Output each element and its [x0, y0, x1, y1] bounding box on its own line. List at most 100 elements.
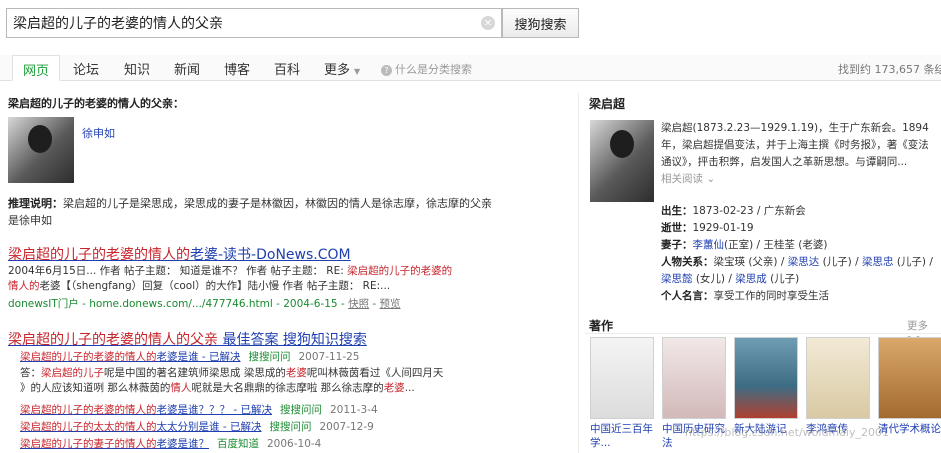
chevron-down-icon: ⌄ [706, 173, 716, 185]
sub-result-highlight: 梁启超的儿子的老婆的情人的 [20, 351, 157, 363]
sub-result-source: 搜搜问问 [279, 404, 322, 416]
book-cover[interactable] [590, 337, 654, 419]
sub-result-link[interactable]: 梁启超的儿子的妻子的情人的老婆是谁？ [20, 438, 209, 450]
sub-result-rest: 老婆是谁 - 已解决 [156, 351, 241, 363]
column-divider [578, 93, 579, 453]
fact-value: 享受工作的同时享受生活 [713, 290, 830, 302]
result-title-2[interactable]: 梁启超的儿子的老婆的情人的父亲 最佳答案 搜狗知识搜索 [8, 329, 367, 349]
sub-result-highlight: 梁启超的儿子的妻子的情人的 [20, 438, 157, 450]
fact-value: 1929-01-19 [692, 222, 754, 234]
result-snippet-1b: 情人的老婆【（shengfang）回复（cool）的大作】陆小慢 作者 帖子主题… [8, 279, 390, 293]
search-input[interactable] [7, 9, 467, 37]
tab-forum[interactable]: 论坛 [73, 59, 99, 78]
relation-link[interactable]: 梁思懿 [661, 273, 693, 285]
fact-value: (儿子) / [893, 256, 933, 268]
book-cover[interactable] [806, 337, 870, 419]
tab-baike[interactable]: 百科 [274, 59, 300, 78]
works-divider [585, 333, 941, 334]
wife-link[interactable]: 李蕙仙 [693, 239, 725, 251]
result-title-highlight: 梁启超的儿子的老婆的情人的 [8, 247, 190, 263]
tab-blog[interactable]: 博客 [224, 59, 250, 78]
result-count: 找到约 173,657 条结 [838, 63, 941, 76]
result-url-1: donewsIT门户 - home.donews.com/.../477746.… [8, 298, 401, 310]
answer-text: 呢叫林薇茵看过《人间四月天 [306, 367, 444, 379]
book-cover[interactable] [662, 337, 726, 419]
relation-link[interactable]: 梁思忠 [862, 256, 894, 268]
reason-text: 梁启超的儿子是梁思成，梁思成的妻子是林徽因，林徽因的情人是徐志摩，徐志摩的父亲是… [8, 197, 492, 227]
book-title[interactable]: 中国近三百年学... [590, 422, 656, 450]
tab-more[interactable]: 更多 ▼ [324, 59, 360, 78]
fact-value: (儿子) [766, 273, 800, 285]
fact-value: (正室) / 王桂荃 (老婆) [724, 239, 828, 251]
fact-value: (儿子) / [819, 256, 862, 268]
answer-snippet-line-1: 答：梁启超的儿子呢是中国的著名建筑师梁思成 梁思成的老婆呢叫林薇茵看过《人间四月… [20, 366, 443, 381]
chevron-down-icon: ▼ [354, 67, 361, 76]
sub-result-3: 梁启超的儿子的太太的情人的太太分别是谁 - 已解决 搜搜问问 2007-12-9 [20, 419, 374, 434]
fact-label: 人物关系： [661, 256, 714, 268]
search-button[interactable]: 搜狗搜索 [502, 8, 579, 38]
knowledge-title: 梁启超 [589, 97, 626, 111]
preview-link[interactable]: 预览 [380, 298, 401, 310]
fact-label: 妻子： [661, 239, 693, 251]
snippet-text: 老婆【（shengfang）回复（cool）的大作】陆小慢 作者 帖子主题： R… [39, 280, 391, 292]
sub-result-4: 梁启超的儿子的妻子的情人的老婆是谁？ 百度知道 2006-10-4 [20, 436, 321, 451]
sub-result-link[interactable]: 梁启超的儿子的老婆的情人的老婆是谁 - 已解决 [20, 351, 240, 363]
clear-icon[interactable]: × [481, 16, 495, 30]
result-title-highlight: 梁启超的儿子的老婆的情人的父亲 [8, 332, 218, 348]
sub-result-date: 2006-10-4 [267, 438, 322, 450]
sub-result-link[interactable]: 梁启超的儿子的太太的情人的太太分别是谁 - 已解决 [20, 421, 261, 433]
answer-text: 呢是中国的著名建筑师梁思成 梁思成的 [104, 367, 286, 379]
fact-value: 梁宝瑛 (父亲) / [713, 256, 788, 268]
watermark: https://blog.csdn.net/woidmaiy_2001 [685, 426, 889, 439]
fact-birth: 出生：1873-02-23 / 广东新会 [661, 203, 806, 218]
related-reading-label: 相关阅读 [661, 173, 703, 185]
sub-result-link[interactable]: 梁启超的儿子的老婆的情人的老婆是谁？？？ - 已解决 [20, 404, 272, 416]
category-tip-text: 什么是分类搜索 [395, 63, 472, 76]
category-tip[interactable]: ? 什么是分类搜索 [381, 61, 472, 77]
search-input-wrapper[interactable]: × [6, 8, 502, 38]
fact-label: 逝世： [661, 222, 693, 234]
snippet-text: 2004年6月15日... 作者 帖子主题： 知道是谁不？ 作者 帖子主题： R… [8, 265, 348, 277]
relation-link[interactable]: 梁思达 [788, 256, 820, 268]
result-snippet-1a: 2004年6月15日... 作者 帖子主题： 知道是谁不？ 作者 帖子主题： R… [8, 264, 452, 278]
answer-highlight: 梁启超的儿子 [41, 367, 104, 379]
cache-link[interactable]: 快照 [348, 298, 369, 310]
sub-result-date: 2011-3-4 [329, 404, 378, 416]
fact-relations: 人物关系：梁宝瑛 (父亲) / 梁思达 (儿子) / 梁思忠 (儿子) / [661, 254, 933, 269]
fact-death: 逝世：1929-01-19 [661, 220, 754, 235]
sub-result-2: 梁启超的儿子的老婆的情人的老婆是谁？？？ - 已解决 搜搜问问 2011-3-4 [20, 402, 378, 417]
relation-link[interactable]: 梁思成 [735, 273, 767, 285]
sub-result-highlight: 梁启超的儿子的老婆的情人的 [20, 404, 157, 416]
sub-result-rest: 太太分别是谁 - 已解决 [156, 421, 262, 433]
sub-result-highlight: 梁启超的儿子的太太的情人的 [20, 421, 157, 433]
answer-name-link[interactable]: 徐申如 [82, 125, 115, 141]
answer-photo[interactable] [8, 117, 74, 183]
fact-label: 出生： [661, 205, 693, 217]
tab-web[interactable]: 网页 [12, 55, 61, 81]
url-text: donewsIT门户 - home.donews.com/.../477746.… [8, 298, 345, 310]
fact-value: 1873-02-23 / 广东新会 [692, 205, 806, 217]
result-title-rest: 老婆-读书-DoNews.COM [190, 247, 351, 263]
answer-highlight: 老婆 [285, 367, 307, 379]
reason-label: 推理说明： [8, 197, 63, 210]
result-title-1[interactable]: 梁启超的儿子的老婆的情人的老婆-读书-DoNews.COM [8, 244, 351, 264]
answer-text: 呢就是大名鼎鼎的徐志摩啦 那么徐志摩的 [191, 382, 384, 394]
sub-result-source: 搜搜问问 [248, 351, 291, 363]
book-cover[interactable] [734, 337, 798, 419]
tab-bar: 网页 论坛 知识 新闻 博客 百科 更多 ▼ ? 什么是分类搜索 找到约 173,6… [0, 55, 941, 81]
fact-value: (女儿) / [692, 273, 736, 285]
related-reading-link[interactable]: 相关阅读 ⌄ [661, 171, 715, 186]
fact-relations-2: 梁思懿 (女儿) / 梁思成 (儿子) [661, 271, 799, 286]
sub-result-date: 2007-11-25 [298, 351, 360, 363]
tab-knowledge[interactable]: 知识 [124, 59, 150, 78]
fact-wife: 妻子：李蕙仙(正室) / 王桂荃 (老婆) [661, 237, 827, 252]
fact-label: 个人名言： [661, 290, 714, 302]
knowledge-photo[interactable] [590, 120, 654, 202]
works-title: 著作 [589, 319, 614, 333]
sub-result-1: 梁启超的儿子的老婆的情人的老婆是谁 - 已解决 搜搜问问 2007-11-25 [20, 349, 360, 364]
book-cover[interactable] [878, 337, 941, 419]
tab-news[interactable]: 新闻 [174, 59, 200, 78]
tab-more-label: 更多 [324, 63, 351, 78]
result-title-rest: 最佳答案 搜狗知识搜索 [218, 332, 367, 348]
answer-highlight: 情人 [170, 382, 192, 394]
